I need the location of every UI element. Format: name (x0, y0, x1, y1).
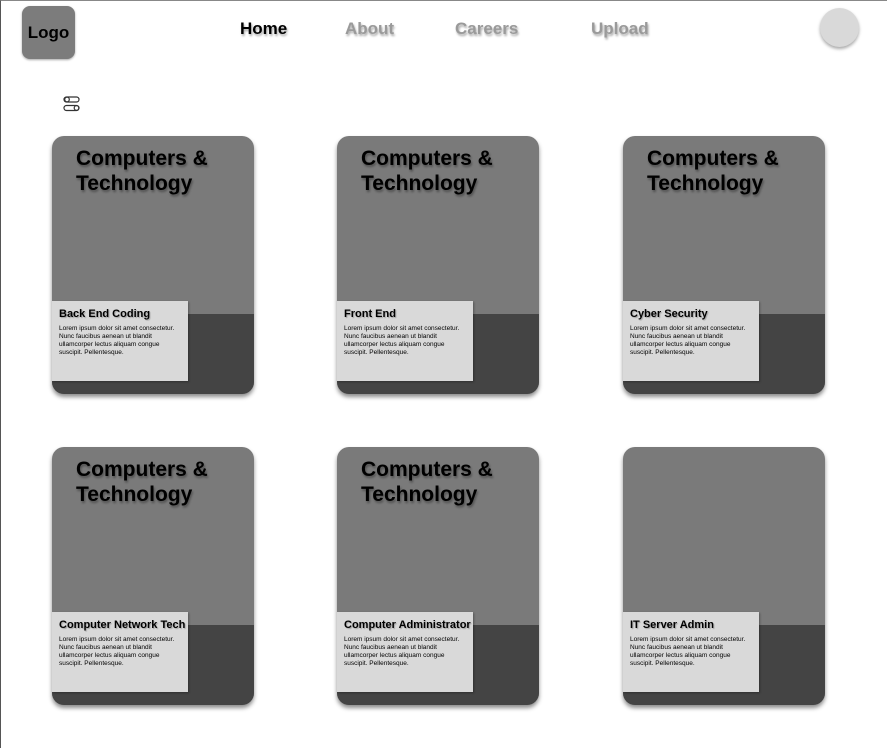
card-heading: Computers & Technology (76, 458, 208, 506)
course-card-server-admin[interactable]: IT Server Admin Lorem ipsum dolor sit am… (623, 447, 825, 705)
card-title: IT Server Admin (630, 619, 714, 631)
course-card-cyber-security[interactable]: Computers & Technology Cyber Security Lo… (623, 136, 825, 394)
nav-about[interactable]: About (345, 19, 394, 39)
card-heading: Computers & Technology (647, 147, 779, 195)
card-heading: Computers & Technology (76, 147, 208, 195)
card-info-panel: Back End Coding Lorem ipsum dolor sit am… (52, 301, 188, 381)
course-card-network-tech[interactable]: Computers & Technology Computer Network … (52, 447, 254, 705)
course-card-back-end[interactable]: Computers & Technology Back End Coding L… (52, 136, 254, 394)
logo-text: Logo (27, 22, 70, 42)
card-info-panel: Front End Lorem ipsum dolor sit amet con… (337, 301, 473, 381)
card-description: Lorem ipsum dolor sit amet consectetur. … (630, 636, 746, 667)
course-card-front-end[interactable]: Computers & Technology Front End Lorem i… (337, 136, 539, 394)
card-heading: Computers & Technology (361, 147, 493, 195)
card-title: Computer Network Tech (59, 619, 186, 631)
nav-careers[interactable]: Careers (455, 19, 518, 39)
card-title: Computer Administrator (344, 619, 471, 631)
avatar[interactable] (820, 8, 859, 47)
card-description: Lorem ipsum dolor sit amet consectetur. … (630, 325, 746, 356)
filter-sliders-icon[interactable] (63, 96, 81, 112)
card-heading: Computers & Technology (361, 458, 493, 506)
card-info-panel: Computer Administrator Lorem ipsum dolor… (337, 612, 473, 692)
card-description: Lorem ipsum dolor sit amet consectetur. … (344, 325, 460, 356)
card-description: Lorem ipsum dolor sit amet consectetur. … (344, 636, 460, 667)
card-title: Back End Coding (59, 308, 151, 320)
card-info-panel: Computer Network Tech Lorem ipsum dolor … (52, 612, 188, 692)
card-title: Cyber Security (630, 308, 708, 320)
card-title: Front End (344, 308, 396, 320)
logo[interactable]: Logo (22, 6, 75, 59)
nav-home[interactable]: Home (240, 19, 287, 39)
card-description: Lorem ipsum dolor sit amet consectetur. … (59, 325, 175, 356)
card-description: Lorem ipsum dolor sit amet consectetur. … (59, 636, 175, 667)
card-info-panel: IT Server Admin Lorem ipsum dolor sit am… (623, 612, 759, 692)
card-info-panel: Cyber Security Lorem ipsum dolor sit ame… (623, 301, 759, 381)
course-card-administrator[interactable]: Computers & Technology Computer Administ… (337, 447, 539, 705)
nav-upload[interactable]: Upload (591, 19, 649, 39)
